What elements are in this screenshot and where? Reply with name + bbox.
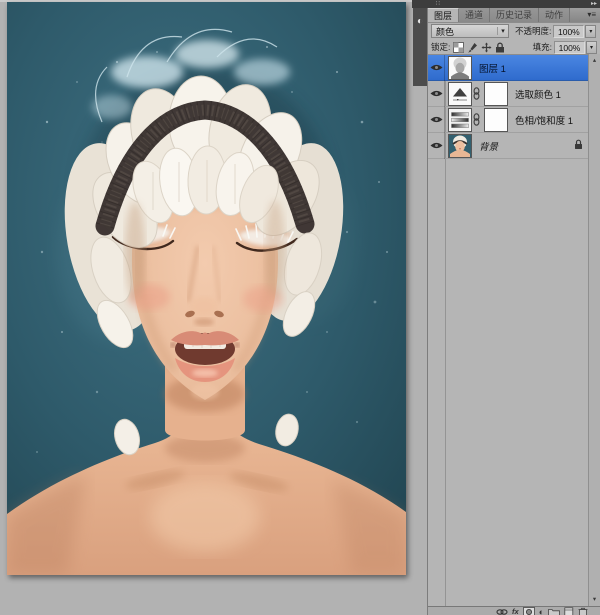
opacity-label: 不透明度:	[515, 25, 551, 37]
lock-options-row: 锁定: 填充: 100% ▾	[428, 39, 600, 55]
layer-name[interactable]: 背景	[479, 139, 498, 153]
chevron-down-icon: ▾	[497, 27, 508, 35]
tab-actions[interactable]: 动作	[539, 8, 570, 22]
layers-panel: 图层 通道 历史记录 动作 ▾≡ 颜色 ▾ 不透明度: 100% ▾ 锁定: 填…	[427, 8, 600, 615]
new-adjustment-layer-icon[interactable]: ◐	[539, 607, 544, 615]
visibility-eye-icon[interactable]	[428, 133, 445, 159]
visibility-eye-icon[interactable]	[428, 55, 445, 81]
layer-row-background[interactable]: 背景	[428, 133, 588, 159]
blend-mode-dropdown[interactable]: 颜色 ▾	[431, 24, 509, 38]
panel-menu-icon[interactable]: ▾≡	[587, 8, 600, 22]
layer-row-hue-saturation[interactable]: 色相/饱和度 1	[428, 107, 588, 133]
lock-transparency-icon[interactable]	[453, 42, 464, 53]
scroll-up-icon[interactable]: ▴	[589, 55, 600, 66]
portrait-photo	[7, 2, 406, 575]
opacity-value[interactable]: 100%	[553, 25, 584, 38]
panel-dock-titlebar: ∷ ▸▸	[412, 0, 600, 8]
lock-label: 锁定:	[431, 41, 450, 53]
mask-link-icon[interactable]	[473, 87, 480, 100]
fill-value[interactable]: 100%	[554, 41, 585, 54]
layer-name[interactable]: 图层 1	[479, 61, 506, 75]
new-group-icon[interactable]	[548, 607, 560, 615]
layer-row-selective-color[interactable]: 选取颜色 1	[428, 81, 588, 107]
tab-channels[interactable]: 通道	[459, 8, 490, 22]
lock-all-icon[interactable]	[495, 42, 505, 53]
new-layer-icon[interactable]	[564, 607, 574, 615]
tab-layers[interactable]: 图层	[428, 8, 459, 22]
document-canvas-area	[0, 0, 412, 615]
adjustment-layer-icon[interactable]	[448, 82, 472, 106]
layer-thumbnail[interactable]	[448, 134, 472, 158]
layer-mask-thumbnail[interactable]	[484, 82, 508, 106]
blend-options-row: 颜色 ▾ 不透明度: 100% ▾	[428, 23, 600, 39]
dock-grip-icon: ∷	[436, 0, 441, 8]
layer-name[interactable]: 选取颜色 1	[515, 87, 561, 101]
layers-panel-bottom-bar: fx ◐	[428, 606, 600, 615]
link-layers-icon[interactable]	[496, 607, 508, 615]
layer-row-layer1[interactable]: 图层 1	[428, 55, 588, 81]
fill-popup-button[interactable]: ▾	[586, 41, 597, 54]
layer-style-fx-icon[interactable]: fx	[512, 607, 519, 615]
opacity-popup-button[interactable]: ▾	[585, 25, 596, 38]
photoshop-workspace: ∷ ▸▸ ◐ 图层 通道 历史记录 动作 ▾≡ 颜色 ▾ 不透明度: 100% …	[0, 0, 600, 615]
lock-position-move-icon[interactable]	[481, 42, 492, 53]
panel-tab-bar: 图层 通道 历史记录 动作 ▾≡	[428, 8, 600, 23]
fill-label: 填充:	[533, 41, 552, 53]
layer-thumbnail[interactable]	[448, 56, 472, 80]
add-layer-mask-icon[interactable]	[523, 607, 535, 615]
scroll-down-icon[interactable]: ▾	[589, 594, 600, 605]
adjustment-layer-icon[interactable]	[448, 108, 472, 132]
tab-history[interactable]: 历史记录	[490, 8, 539, 22]
blend-mode-value: 颜色	[432, 25, 497, 38]
visibility-eye-icon[interactable]	[428, 81, 445, 107]
layers-list: 图层 1 选取颜色 1	[428, 54, 588, 606]
layer-mask-thumbnail[interactable]	[484, 108, 508, 132]
background-lock-icon	[574, 139, 583, 153]
collapse-dock-icon[interactable]: ▸▸	[591, 0, 597, 8]
adjustments-panel-icon[interactable]: ◐	[414, 16, 426, 28]
layer-name[interactable]: 色相/饱和度 1	[515, 113, 573, 127]
mask-link-icon[interactable]	[473, 113, 480, 126]
lock-pixels-brush-icon[interactable]	[467, 42, 478, 53]
layers-scrollbar[interactable]: ▴ ▾	[588, 54, 600, 606]
collapsed-panel-dock: ◐	[413, 8, 427, 86]
delete-layer-trash-icon[interactable]	[578, 607, 588, 615]
visibility-eye-icon[interactable]	[428, 107, 445, 133]
photo-canvas[interactable]	[7, 2, 406, 575]
